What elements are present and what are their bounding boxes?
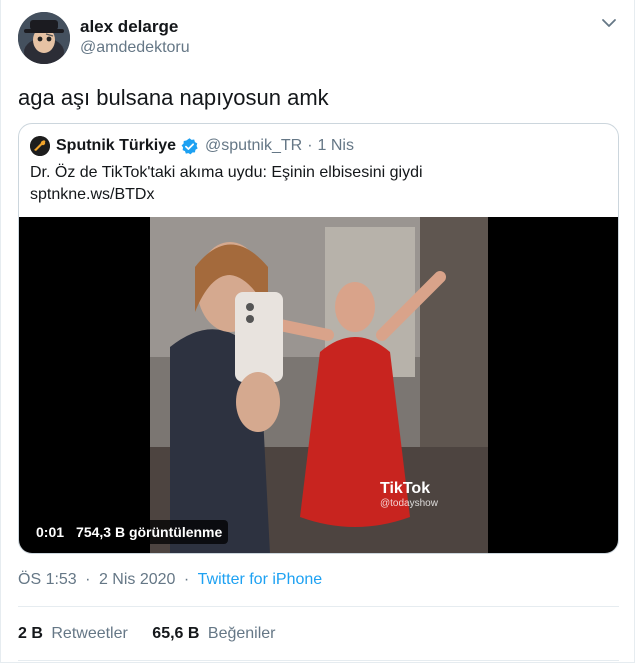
separator-dot: · — [85, 571, 91, 588]
tweet-date[interactable]: 2 Nis 2020 — [99, 571, 176, 588]
retweets-stat[interactable]: 2 B Retweetler — [18, 625, 132, 642]
tweet-stats: 2 B Retweetler 65,6 B Beğeniler — [18, 625, 276, 643]
tweet-source[interactable]: Twitter for iPhone — [198, 571, 323, 588]
author-handle[interactable]: @amdedektoru — [80, 37, 190, 59]
retweets-count: 2 B — [18, 625, 43, 642]
tweet-card: alex delarge @amdedektoru aga aşı bulsan… — [0, 0, 635, 663]
sputnik-avatar[interactable] — [30, 136, 50, 156]
quoted-text-line: Dr. Öz de TikTok'taki akıma uydu: Eşinin… — [30, 164, 423, 181]
retweets-label: Retweetler — [51, 625, 128, 642]
author-names: alex delarge @amdedektoru — [80, 17, 190, 59]
quoted-tweet[interactable]: Sputnik Türkiye @sputnik_TR · 1 Nis Dr. … — [18, 123, 619, 554]
tweet-meta: ÖS 1:53 · 2 Nis 2020 · Twitter for iPhon… — [18, 571, 322, 589]
quoted-date[interactable]: 1 Nis — [318, 137, 354, 155]
video-time: 0:01 — [36, 524, 65, 540]
likes-count: 65,6 B — [152, 625, 200, 642]
quoted-handle[interactable]: @sputnik_TR — [205, 137, 302, 155]
tweet-header: alex delarge @amdedektoru — [18, 12, 618, 66]
separator-dot: · — [183, 571, 190, 588]
likes-stat[interactable]: 65,6 B Beğeniler — [152, 625, 275, 642]
tweet-time[interactable]: ÖS 1:53 — [18, 571, 77, 588]
video-player[interactable]: TikTok @todayshow 0:01 754,3 B görüntüle… — [19, 217, 618, 553]
video-views: 754,3 B görüntülenme — [76, 524, 223, 540]
video-frame[interactable]: TikTok @todayshow — [150, 217, 488, 553]
quoted-link[interactable]: sptnkne.ws/BTDx — [30, 184, 600, 206]
quoted-tweet-header: Sputnik Türkiye @sputnik_TR · 1 Nis — [30, 135, 354, 157]
chevron-down-icon[interactable] — [600, 14, 618, 32]
separator-dot: · — [307, 137, 313, 154]
divider — [18, 660, 619, 661]
tiktok-watermark-handle: @todayshow — [380, 498, 438, 509]
quoted-display-name[interactable]: Sputnik Türkiye — [56, 137, 176, 155]
avatar[interactable] — [18, 12, 70, 64]
video-stats-overlay: 0:01 754,3 B görüntülenme — [30, 520, 229, 544]
likes-label: Beğeniler — [207, 625, 276, 642]
verified-badge-icon — [181, 137, 198, 154]
tiktok-watermark: TikTok — [380, 480, 431, 497]
quoted-tweet-text: Dr. Öz de TikTok'taki akıma uydu: Eşinin… — [30, 162, 600, 206]
tweet-text: aga aşı bulsana napıyosun amk — [18, 85, 329, 110]
author-display-name[interactable]: alex delarge — [80, 17, 190, 37]
divider — [18, 606, 619, 607]
